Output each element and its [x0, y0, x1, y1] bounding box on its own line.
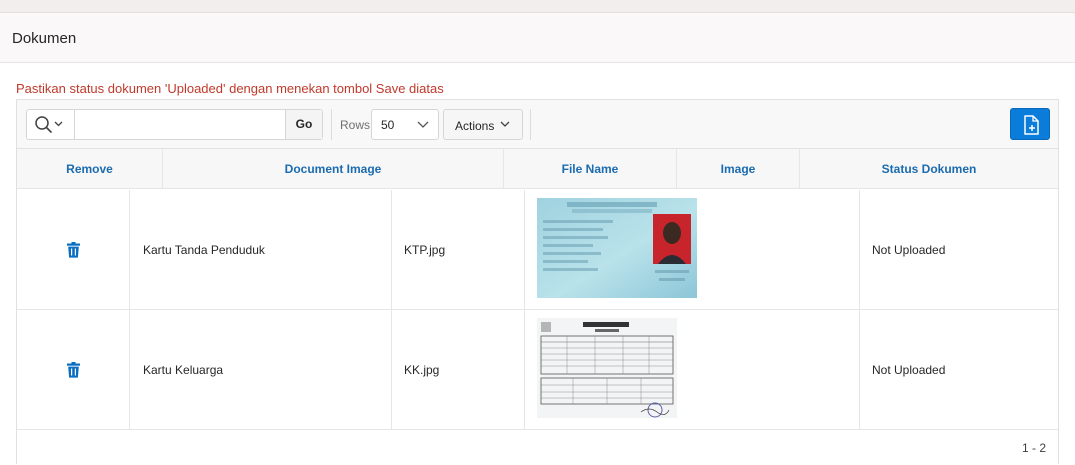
trash-icon[interactable]	[67, 362, 80, 378]
chevron-down-icon	[500, 121, 510, 127]
table-row: Kartu Keluarga KK.jpg Not Uploaded	[17, 310, 1058, 430]
file-name: KTP.jpg	[404, 243, 446, 257]
search-column-selector[interactable]	[27, 110, 75, 139]
top-strip	[0, 0, 1075, 13]
column-header-remove[interactable]: Remove	[17, 149, 163, 189]
search-input[interactable]	[76, 110, 285, 139]
chevron-down-icon	[417, 121, 429, 128]
column-header-image[interactable]: Image	[677, 149, 800, 189]
trash-icon[interactable]	[67, 242, 80, 258]
region-header: Dokumen	[0, 13, 1075, 63]
file-name-cell: KTP.jpg	[392, 190, 525, 309]
status-cell: Not Uploaded	[860, 310, 1058, 429]
table-header: Remove Document Image File Name Image St…	[17, 149, 1058, 189]
report-footer: 1 - 2	[17, 430, 1058, 465]
document-name: Kartu Tanda Penduduk	[143, 243, 265, 257]
report-toolbar: Go Rows 50 Actions	[17, 100, 1058, 149]
search-icon	[35, 116, 63, 133]
column-header-status[interactable]: Status Dokumen	[800, 149, 1058, 189]
document-cell: Kartu Keluarga	[130, 310, 392, 429]
actions-menu-button[interactable]: Actions	[443, 109, 523, 140]
file-name-cell: KK.jpg	[392, 310, 525, 429]
kartu-keluarga-image[interactable]	[537, 318, 677, 418]
add-file-icon	[1024, 115, 1039, 135]
ktp-card-image[interactable]	[537, 198, 697, 298]
table-row: Kartu Tanda Penduduk KTP.jpg Not Uploade…	[17, 190, 1058, 310]
rows-per-page-select[interactable]: 50	[371, 109, 439, 140]
actions-label: Actions	[455, 119, 495, 133]
status-text: Not Uploaded	[872, 363, 946, 377]
image-cell	[525, 190, 860, 309]
document-cell: Kartu Tanda Penduduk	[130, 190, 392, 309]
rows-label: Rows	[340, 118, 371, 132]
status-cell: Not Uploaded	[860, 190, 1058, 309]
go-button[interactable]: Go	[285, 110, 322, 139]
instruction-note: Pastikan status dokumen 'Uploaded' denga…	[16, 81, 444, 96]
region-title: Dokumen	[12, 30, 77, 47]
rows-value: 50	[381, 118, 395, 132]
remove-cell	[17, 310, 130, 429]
remove-cell	[17, 190, 130, 309]
status-text: Not Uploaded	[872, 243, 946, 257]
pagination-range: 1 - 2	[1021, 441, 1046, 455]
file-name: KK.jpg	[404, 363, 440, 377]
interactive-report: Go Rows 50 Actions Remove Document Image…	[16, 99, 1059, 465]
add-document-button[interactable]	[1010, 108, 1050, 140]
search-bar: Go	[26, 109, 323, 140]
column-header-document-image[interactable]: Document Image	[163, 149, 504, 189]
document-name: Kartu Keluarga	[143, 363, 224, 377]
toolbar-divider	[530, 109, 531, 140]
column-header-file-name[interactable]: File Name	[504, 149, 677, 189]
image-cell	[525, 310, 860, 429]
toolbar-divider	[331, 109, 332, 140]
